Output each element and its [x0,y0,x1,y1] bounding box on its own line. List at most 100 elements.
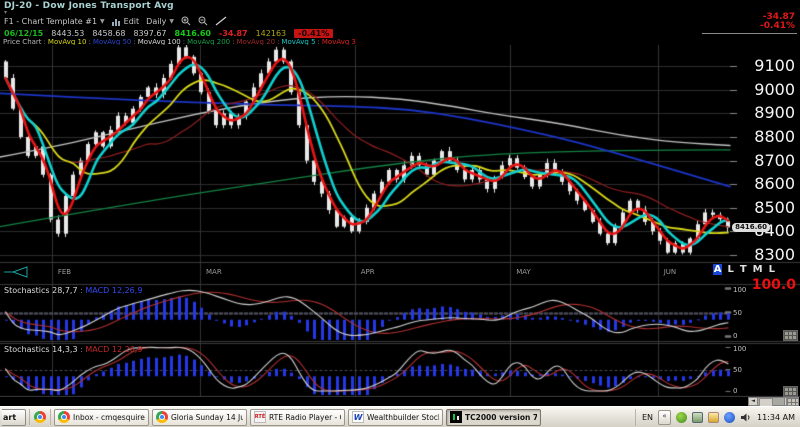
chrome-icon[interactable] [34,411,46,423]
quote-row: 06/12/15 8443.53 8458.68 8397.67 8416.60… [4,28,333,38]
magnifier-minus-icon [198,16,208,26]
panel2-scale-100: 100 [733,346,746,353]
month-label-may: MAY [516,268,531,276]
month-label-feb: FEB [58,268,71,276]
symbol-title: DJ-20 - Dow Jones Transport Avg [4,1,174,11]
zoom-preset-l-4[interactable]: L [768,264,776,275]
stochastics-label[interactable]: Stochastics 14,3,3 [4,345,78,354]
edit-button[interactable]: Edit [112,17,140,26]
chart-marker-flag-icon[interactable] [4,265,30,278]
tray-network-icon[interactable] [724,412,735,423]
quote-change: -34.87 [219,29,248,38]
speaker-icon[interactable] [740,412,752,423]
task-label: Inbox - cmqesquire@g... [73,413,145,422]
task-label: Wealthbuilder Stock M... [367,413,439,422]
zoom-preset-t-2[interactable]: T [739,264,748,275]
zoom-out-button[interactable] [198,16,208,26]
tray-app-icon-3[interactable] [708,412,719,423]
task-label: RTE Radio Player - Glor... [269,413,341,422]
y-axis-label-8500: 8500 [725,199,795,217]
task-button-rte[interactable]: RTÉRTE Radio Player - Glor... [250,409,345,426]
month-label-apr: APR [361,268,375,276]
rte-icon: RTÉ [254,411,266,423]
zoom-preset-m-3[interactable]: M [752,264,764,275]
draw-line-tool[interactable] [215,16,227,26]
stochastic-value-readout: 100.0 [752,277,796,293]
chart-scroll-strip: ◄ ► [0,397,800,406]
panel1-datasheet-icon[interactable] [783,330,798,341]
y-axis-label-8700: 8700 [725,152,795,170]
task-button-gloria[interactable]: Gloria Sunday 14 June 2... [152,409,247,426]
task-label: Gloria Sunday 14 June 2... [171,413,243,422]
quote-close: 8416.60 [175,29,211,38]
panel2-scale-0: 0 [733,388,737,395]
y-axis-label-9100: 9100 [725,57,795,75]
zoom-preset-a-0[interactable]: A [713,264,723,275]
resize-grip-icon[interactable] [786,397,799,406]
panel1-scale-50: 50 [733,310,742,317]
system-tray: EN « 11:34 AM [635,409,798,426]
panel1-scale-100: 100 [733,287,746,294]
panel1-scale-0: 0 [733,333,737,340]
task-buttons: Inbox - cmqesquire@g... Gloria Sunday 14 … [54,409,541,426]
tray-app-icon-2[interactable] [692,412,703,423]
magnifier-plus-icon [181,16,191,26]
wealthbuilder-icon: W [352,411,364,423]
y-axis-label-8800: 8800 [725,128,795,146]
windows-taskbar: art Inbox - cmqesquire@g... Gloria Sunday… [0,406,800,427]
chrome-icon [58,411,70,423]
panel2-scale-50: 50 [733,367,742,374]
chevron-down-icon: ▼ [100,18,105,25]
month-label-mar: MAR [206,268,222,276]
stochastics-label[interactable]: Stochastics 28,7,7 [4,286,78,295]
zoom-preset-l-1[interactable]: L [726,264,734,275]
panel2-datasheet-icon[interactable] [783,386,798,397]
zoom-in-button[interactable] [181,16,191,26]
task-button-tc2000[interactable]: TC2000 version 7 Gol... [446,409,541,426]
macd-label[interactable]: MACD 12,26,9 [85,286,142,295]
y-axis-label-8300: 8300 [725,246,795,264]
tray-expand-chevron[interactable]: « [658,410,671,425]
scroll-track[interactable] [758,397,784,406]
change-percent: -0.41% [760,22,795,31]
y-axis-label-8600: 8600 [725,175,795,193]
quote-open: 8443.53 [51,29,84,38]
tc2000-icon [450,411,462,423]
last-price-tag: 8416.60 [732,223,770,232]
axis-top-divider [702,33,797,34]
chevron-down-icon: ▼ [169,18,174,25]
percent-change-badge: -0.41% [294,29,333,38]
quote-low: 8397.67 [133,29,166,38]
quote-date: 06/12/15 [4,29,43,38]
pencil-line-icon [215,16,227,26]
chart-title-bar: DJ-20 - Dow Jones Transport Avg ▾ [0,0,800,13]
panel1-label: Stochastics 28,7,7 : MACD 12,26,9 [4,286,142,295]
quick-launch-area [29,409,51,425]
task-button-inbox[interactable]: Inbox - cmqesquire@g... [54,409,149,426]
scroll-left-button[interactable]: ◄ [748,397,758,406]
tray-app-icon-1[interactable] [676,412,687,423]
chart-toolbar: F1 - Chart Template #1 ▼ Edit Daily ▼ [4,15,227,27]
tc2000-application-window: DJ-20 - Dow Jones Transport Avg ▾ -34.87… [0,0,800,427]
template-label: F1 - Chart Template #1 [4,17,97,26]
chrome-icon [156,411,168,423]
task-button-wealthbuilder[interactable]: WWealthbuilder Stock M... [348,409,443,426]
language-indicator[interactable]: EN [642,413,653,422]
change-summary: -34.87 -0.41% [760,13,795,31]
y-axis-label-8900: 8900 [725,104,795,122]
quote-high: 8458.68 [92,29,125,38]
panel2-label: Stochastics 14,3,3 : MACD 12,26,9 [4,345,142,354]
quote-volume: 142163 [256,29,287,38]
bar-chart-icon [112,17,121,26]
month-label-jun: JUN [664,268,676,276]
edit-label: Edit [124,17,140,26]
period-selector[interactable]: Daily ▼ [146,17,174,26]
task-label: TC2000 version 7 Gol... [465,413,537,422]
macd-label[interactable]: MACD 12,26,9 [85,345,142,354]
zoom-preset-buttons: ALTML [713,264,776,275]
period-label: Daily [146,17,166,26]
template-selector[interactable]: F1 - Chart Template #1 ▼ [4,17,105,26]
clock: 11:34 AM [757,413,795,422]
start-button[interactable]: art [2,409,26,426]
y-axis-label-9000: 9000 [725,81,795,99]
